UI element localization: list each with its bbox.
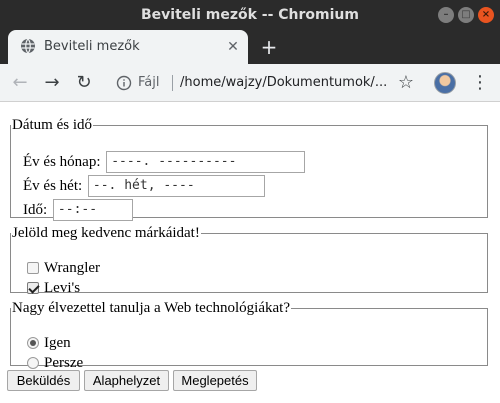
datetime-fieldset: Dátum és idő Év és hónap: ----. --------… <box>10 117 488 221</box>
close-icon: × <box>481 9 491 20</box>
forward-arrow-icon[interactable]: → <box>40 71 64 95</box>
reset-button[interactable]: Alaphelyzet <box>84 370 169 391</box>
radio-persze-label: Persze <box>44 355 84 371</box>
tab-close-icon[interactable]: ✕ <box>224 38 242 56</box>
month-row: Év és hónap: ----. ---------- <box>23 151 306 173</box>
window-titlebar: Beviteli mezők -- Chromium – □ × <box>0 0 500 30</box>
week-input[interactable]: --. hét, ---- <box>87 175 265 197</box>
menu-dots-icon[interactable]: ⋮ <box>470 71 490 95</box>
radio-igen-button[interactable] <box>27 337 39 349</box>
info-icon[interactable] <box>116 75 132 91</box>
time-label: Idő: <box>23 202 48 218</box>
address-bar[interactable]: Fájl /home/wajzy/Dokumentumok/... <box>108 68 428 98</box>
tab-title: Beviteli mezők <box>44 39 140 54</box>
month-label: Év és hónap: <box>23 154 101 170</box>
minimize-icon: – <box>443 9 449 20</box>
surprise-button[interactable]: Meglepetés <box>173 370 257 391</box>
minimize-button[interactable]: – <box>438 7 454 23</box>
radio-igen-label: Igen <box>44 335 71 351</box>
back-arrow-icon[interactable]: ← <box>8 71 32 95</box>
week-row: Év és hét: --. hét, ---- <box>23 175 265 197</box>
checkbox-wrangler[interactable]: Wrangler <box>27 258 100 278</box>
new-tab-button[interactable]: + <box>258 36 280 58</box>
time-input[interactable]: --:-- <box>52 199 133 221</box>
radio-igen[interactable]: Igen <box>27 333 71 353</box>
checkbox-levis-label: Levi's <box>44 280 81 296</box>
globe-icon <box>21 38 35 54</box>
tab-strip: Beviteli mezők ✕ + <box>0 30 500 64</box>
checkbox-levis[interactable]: Levi's <box>27 278 80 298</box>
checkbox-wrangler-label: Wrangler <box>44 260 101 276</box>
close-window-button[interactable]: × <box>478 7 494 23</box>
brands-fieldset: Jelöld meg kedvenc márkáidat! Wrangler L… <box>10 225 488 296</box>
submit-button[interactable]: Beküldés <box>7 370 80 391</box>
month-input[interactable]: ----. ---------- <box>106 151 306 173</box>
bookmark-star-icon[interactable]: ☆ <box>394 71 418 95</box>
survey-legend: Nagy élvezettel tanulja a Web technológi… <box>12 300 290 316</box>
scheme-label: Fájl <box>138 75 160 90</box>
maximize-button[interactable]: □ <box>458 7 474 23</box>
window-title: Beviteli mezők -- Chromium <box>141 7 359 23</box>
radio-persze-button[interactable] <box>27 357 39 369</box>
profile-avatar[interactable] <box>434 72 456 94</box>
browser-toolbar: ← → ↻ Fájl /home/wajzy/Dokumentumok/... … <box>0 64 500 102</box>
checkbox-wrangler-box[interactable] <box>27 262 39 274</box>
address-separator <box>172 75 173 91</box>
week-label: Év és hét: <box>23 178 83 194</box>
reload-icon[interactable]: ↻ <box>72 71 96 95</box>
maximize-icon: □ <box>461 9 471 20</box>
survey-fieldset: Nagy élvezettel tanulja a Web technológi… <box>10 300 488 371</box>
tab-beviteli-mezok[interactable]: Beviteli mezők ✕ <box>8 30 248 64</box>
checkbox-levis-box[interactable] <box>27 282 39 294</box>
time-row: Idő: --:-- <box>23 199 133 221</box>
datetime-legend: Dátum és idő <box>12 117 92 133</box>
page-content: Dátum és idő Év és hónap: ----. --------… <box>0 103 500 403</box>
brands-legend: Jelöld meg kedvenc márkáidat! <box>12 225 200 241</box>
url-text[interactable]: /home/wajzy/Dokumentumok/... <box>180 68 422 98</box>
